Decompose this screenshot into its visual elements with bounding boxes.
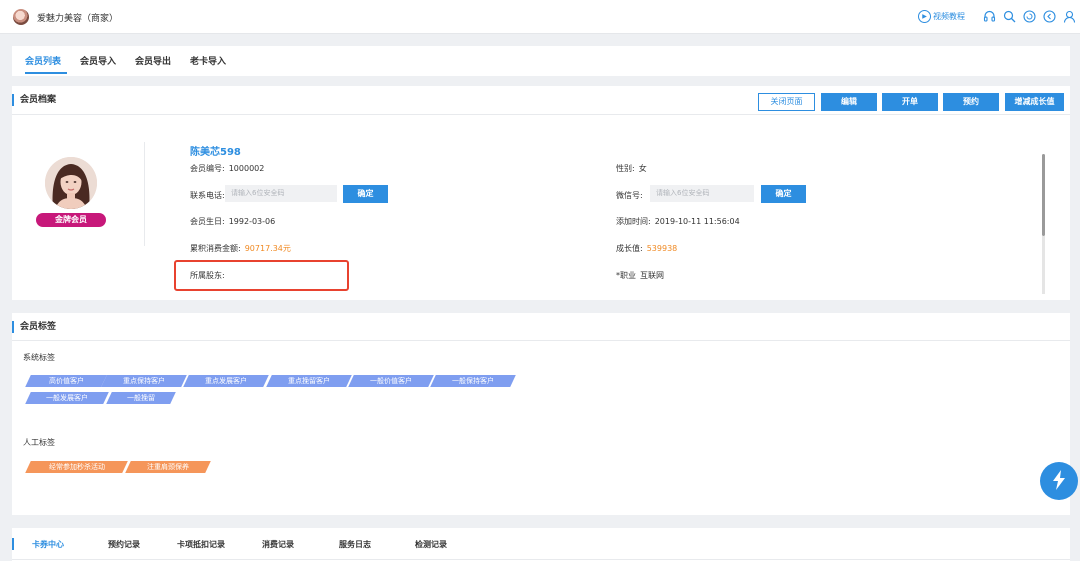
system-tag: 重点挽留客户 — [266, 375, 352, 387]
member-level-badge: 金牌会员 — [36, 213, 106, 227]
added-time-value: 2019-10-11 11:56:04 — [654, 217, 740, 226]
added-time-label: 添加时间: — [616, 217, 651, 226]
total-spend-value: 90717.34元 — [244, 244, 291, 253]
active-tab-indicator — [25, 72, 67, 74]
manual-tag: 注重肩颈保养 — [125, 461, 211, 473]
job-value: 互联网 — [640, 271, 664, 280]
birthday-field: 会员生日: 1992-03-06 — [190, 216, 275, 227]
reserve-button[interactable]: 预约 — [943, 93, 999, 111]
wechat-security-code-input[interactable]: 请输入6位安全码 — [650, 185, 754, 202]
total-spend-label: 累积消费金额: — [190, 244, 241, 253]
manual-tags-label: 人工标签 — [23, 438, 55, 447]
tab-member-list[interactable]: 会员列表 — [25, 54, 61, 67]
gender-value: 女 — [638, 164, 647, 173]
active-tab-marker — [12, 538, 14, 550]
member-photo — [45, 157, 97, 209]
system-tags-label: 系统标签 — [23, 353, 55, 362]
tab-old-card-import[interactable]: 老卡导入 — [190, 54, 226, 67]
video-guide-label: 视频教程 — [933, 12, 965, 21]
manual-tag: 经常参加秒杀活动 — [25, 461, 128, 473]
user-icon[interactable] — [1063, 10, 1076, 23]
member-tags-panel: 会员标签 系统标签 高价值客户 重点保持客户 重点发展客户 重点挽留客户 一般价… — [12, 313, 1070, 515]
scrollbar-thumb[interactable] — [1042, 154, 1045, 236]
birthday-label: 会员生日: — [190, 217, 225, 226]
scrollbar-track[interactable] — [1042, 236, 1045, 294]
divider — [12, 559, 1070, 560]
section-title-archive: 会员档案 — [12, 94, 56, 106]
birthday-value: 1992-03-06 — [228, 217, 276, 226]
shop-avatar — [13, 9, 29, 25]
system-tag: 一般价值客户 — [348, 375, 434, 387]
record-tabs: 卡券中心 预约记录 卡项抵扣记录 消费记录 服务日志 检测记录 — [12, 528, 1070, 561]
job-label: *职业 — [616, 271, 636, 280]
system-tag: 高价值客户 — [25, 375, 107, 387]
gender-field: 性别: 女 — [616, 163, 647, 174]
divider — [12, 340, 1070, 341]
member-archive-panel: 会员档案 关闭页面 编辑 开单 预约 增减成长值 金牌会员 陈美芯598 会员编… — [12, 86, 1070, 300]
section-title-tags: 会员标签 — [12, 321, 56, 333]
member-no-value: 1000002 — [228, 164, 265, 173]
job-field: *职业 互联网 — [616, 270, 664, 281]
gender-label: 性别: — [616, 164, 635, 173]
tab-card-deduction-records[interactable]: 卡项抵扣记录 — [177, 539, 225, 550]
tab-test-records[interactable]: 检测记录 — [415, 539, 447, 550]
refresh-icon[interactable] — [1023, 10, 1036, 23]
headset-icon[interactable] — [983, 10, 996, 23]
member-no-field: 会员编号: 1000002 — [190, 163, 264, 174]
growth-field: 成长值: 539938 — [616, 243, 677, 254]
edit-button[interactable]: 编辑 — [821, 93, 877, 111]
wechat-label: 微信号: — [616, 191, 643, 200]
play-icon: ▶ — [918, 10, 931, 23]
tab-service-log[interactable]: 服务日志 — [339, 539, 371, 550]
tab-consumption-records[interactable]: 消费记录 — [262, 539, 294, 550]
system-tag: 一般挽留 — [106, 392, 176, 404]
growth-value: 539938 — [646, 244, 678, 253]
system-tag: 重点发展客户 — [183, 375, 269, 387]
growth-label: 成长值: — [616, 244, 643, 253]
phone-label: 联系电话: — [190, 191, 225, 200]
tab-member-export[interactable]: 会员导出 — [135, 54, 171, 67]
member-name: 陈美芯598 — [190, 147, 241, 158]
system-tag: 重点保持客户 — [101, 375, 187, 387]
wechat-confirm-button[interactable]: 确定 — [761, 185, 806, 203]
tab-reservation-records[interactable]: 预约记录 — [108, 539, 140, 550]
member-no-label: 会员编号: — [190, 164, 225, 173]
phone-security-code-input[interactable]: 请输入6位安全码 — [225, 185, 337, 202]
added-time-field: 添加时间: 2019-10-11 11:56:04 — [616, 216, 740, 227]
member-tabs: 会员列表 会员导入 会员导出 老卡导入 — [12, 46, 1070, 76]
shareholder-highlight-box — [174, 260, 349, 291]
open-order-button[interactable]: 开单 — [882, 93, 938, 111]
quick-action-button[interactable] — [1040, 462, 1078, 500]
system-tag: 一般发展客户 — [25, 392, 109, 404]
top-bar: 爱魅力美容（商家） ▶ 视频教程 — [0, 0, 1080, 34]
shop-name: 爱魅力美容（商家） — [37, 14, 119, 24]
divider — [12, 114, 1070, 115]
tab-coupon-center[interactable]: 卡券中心 — [32, 539, 64, 550]
lightning-icon — [1051, 469, 1067, 494]
video-guide-link[interactable]: ▶ 视频教程 — [918, 10, 965, 23]
close-page-button[interactable]: 关闭页面 — [758, 93, 815, 111]
system-tag: 一般保持客户 — [430, 375, 516, 387]
tab-member-import[interactable]: 会员导入 — [80, 54, 116, 67]
back-icon[interactable] — [1043, 10, 1056, 23]
search-icon[interactable] — [1003, 10, 1016, 23]
total-spend-field: 累积消费金额: 90717.34元 — [190, 243, 291, 254]
divider — [144, 142, 145, 246]
adjust-growth-button[interactable]: 增减成长值 — [1005, 93, 1064, 111]
top-icon-group — [983, 10, 1076, 23]
phone-confirm-button[interactable]: 确定 — [343, 185, 388, 203]
